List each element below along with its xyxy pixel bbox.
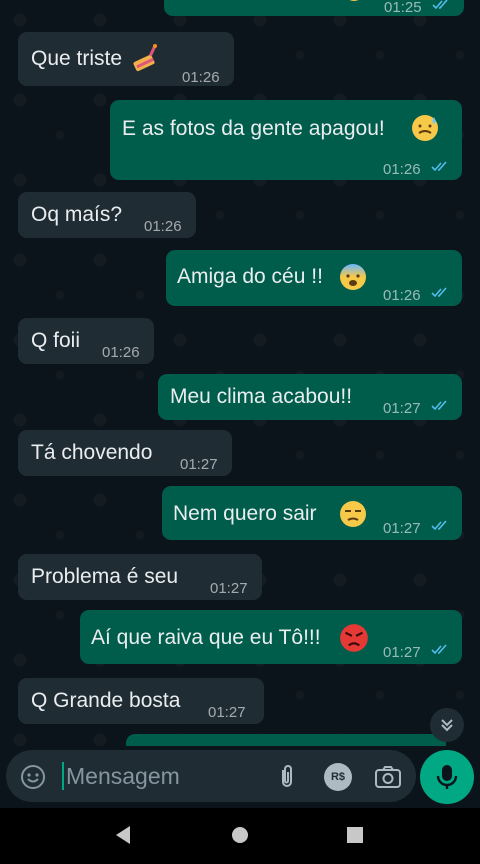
message-text: Meu clima acabou!! (170, 385, 353, 408)
scroll-down-icon (441, 719, 453, 732)
message-composer[interactable]: Mensagem R$ (6, 750, 416, 802)
mic-icon (436, 765, 458, 789)
message-time: 01:27 (210, 580, 248, 597)
outgoing-message[interactable]: 01:25 (164, 0, 464, 16)
outgoing-message[interactable]: Amiga do céu !! 01:26 (166, 250, 462, 306)
incoming-message[interactable]: Q foii 01:26 (18, 318, 154, 364)
nav-back-icon[interactable] (113, 824, 133, 846)
incoming-message[interactable]: Q Grande bosta 01:27 (18, 678, 264, 724)
message-time: 01:27 (383, 520, 421, 537)
read-ticks-icon (431, 644, 447, 655)
message-time: 01:27 (383, 644, 421, 661)
sad-sweat-emoji-icon (412, 115, 438, 141)
outgoing-message[interactable]: Meu clima acabou!! 01:27 (158, 374, 462, 420)
incoming-message[interactable]: Oq maís? 01:26 (18, 192, 196, 238)
message-time: 01:25 (384, 0, 422, 16)
message-time: 01:26 (144, 218, 182, 235)
message-text: Que triste (31, 47, 123, 70)
incoming-message[interactable]: Problema é seu 01:27 (18, 554, 262, 600)
text-caret (62, 762, 64, 790)
read-ticks-icon (431, 400, 447, 411)
message-time: 01:27 (208, 704, 246, 721)
message-text: Amiga do céu !! (177, 265, 323, 288)
message-text: Tá chovendo (31, 441, 153, 464)
incoming-message[interactable]: Que triste 01:26 (18, 32, 234, 86)
payment-button[interactable]: R$ (324, 763, 352, 791)
message-time: 01:27 (180, 456, 218, 473)
read-ticks-icon (431, 287, 447, 298)
message-input[interactable]: Mensagem (66, 763, 180, 790)
read-ticks-icon (431, 520, 447, 531)
message-time: 01:26 (383, 287, 421, 304)
message-text: Oq maís? (31, 203, 123, 226)
message-time: 01:26 (102, 344, 140, 361)
payment-icon-label: R$ (330, 771, 346, 783)
message-time: 01:26 (182, 69, 220, 86)
unamused-emoji-icon (340, 501, 366, 527)
message-text: Q Grande bosta (31, 689, 181, 712)
outgoing-message[interactable]: Nem quero sair 01:27 (162, 486, 462, 540)
message-text: E as fotos da gente apagou! (122, 117, 385, 140)
attach-icon[interactable] (274, 764, 300, 790)
read-ticks-icon (431, 161, 447, 172)
nav-home-icon[interactable] (229, 824, 251, 846)
message-text: Aí que raiva que eu Tô!!! (91, 626, 321, 649)
chat-area[interactable]: 01:25 Que triste 01:26 E as fotos da gen… (0, 0, 480, 746)
angry-emoji-icon (340, 624, 368, 652)
message-text: Problema é seu (31, 565, 179, 588)
message-text: Nem quero sair (173, 502, 317, 525)
outgoing-message[interactable] (126, 734, 446, 746)
message-time: 01:26 (383, 161, 421, 178)
nav-recents-icon[interactable] (345, 824, 365, 846)
scroll-down-button[interactable] (430, 708, 464, 742)
outgoing-message[interactable]: E as fotos da gente apagou! 01:26 (110, 100, 462, 180)
outgoing-message[interactable]: Aí que raiva que eu Tô!!! 01:27 (80, 610, 462, 664)
emoji-icon[interactable] (20, 764, 46, 790)
emoji-face-icon (349, 0, 359, 1)
message-text: Q foii (31, 329, 81, 352)
camera-icon[interactable] (374, 764, 402, 790)
anxious-sweat-emoji-icon (340, 264, 366, 290)
mic-button[interactable] (420, 750, 474, 804)
read-ticks-icon (432, 0, 448, 10)
message-time: 01:27 (383, 400, 421, 417)
system-nav-bar (0, 808, 480, 864)
incoming-message[interactable]: Tá chovendo 01:27 (18, 430, 232, 476)
cake-emoji-icon (133, 44, 157, 72)
